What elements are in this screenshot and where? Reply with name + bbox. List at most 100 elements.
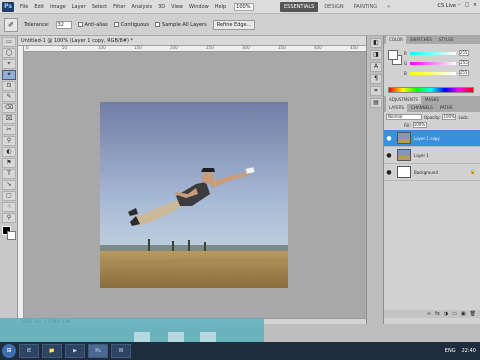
crop-tool-icon[interactable]: ⊡ (2, 81, 16, 91)
green-value[interactable]: 255 (459, 60, 470, 66)
cs-live-label: CS Live (437, 3, 456, 9)
visibility-eye-icon[interactable]: ● (384, 169, 394, 176)
move-tool-icon[interactable]: ▭ (2, 37, 16, 47)
new-layer-icon[interactable]: ▣ (461, 310, 466, 318)
menu-analysis[interactable]: Analysis (132, 4, 153, 10)
opacity-field[interactable]: 100% (442, 114, 457, 120)
new-group-icon[interactable]: ▭ (452, 310, 457, 318)
zoom-tool-icon[interactable]: ⚲ (2, 213, 16, 223)
green-slider[interactable] (410, 61, 457, 65)
tab-styles[interactable]: STYLES (436, 36, 457, 44)
red-label: R (404, 50, 407, 56)
cs-live[interactable]: CS Live (438, 3, 456, 9)
background-color-swatch[interactable] (7, 231, 16, 240)
layer-style-icon[interactable]: fx (435, 310, 440, 318)
blue-value[interactable]: 255 (458, 70, 469, 76)
history-panel-icon[interactable]: ◧ (370, 38, 382, 48)
document-image[interactable] (100, 102, 288, 288)
actions-panel-icon[interactable]: ◨ (370, 50, 382, 60)
gradient-tool-icon[interactable]: ◐ (2, 147, 16, 157)
contiguous-checkbox[interactable]: Contiguous (113, 21, 150, 28)
hand-tool-icon[interactable]: ☝ (2, 202, 16, 212)
layer-row[interactable]: ● Layer 1 (384, 147, 480, 164)
tab-masks[interactable]: MASKS (422, 96, 442, 104)
workspace-more[interactable]: » (383, 2, 394, 12)
menu-view[interactable]: View (171, 4, 183, 10)
dodge-tool-icon[interactable]: ⚑ (2, 158, 16, 168)
foreground-color-chip[interactable] (388, 50, 398, 60)
character-panel-icon[interactable]: A (370, 62, 382, 72)
type-tool-icon[interactable]: T (2, 169, 16, 179)
quick-select-icon[interactable]: ✐ (4, 17, 18, 32)
folder-taskbar-icon[interactable]: 📁 (42, 344, 62, 358)
start-button[interactable]: ⊞ (2, 344, 16, 358)
clone-stamp-tool-icon[interactable]: ✂ (2, 125, 16, 135)
visibility-eye-icon[interactable]: ● (384, 135, 394, 142)
menu-image[interactable]: Image (50, 4, 66, 10)
layer-row[interactable]: ● Layer 1 copy (384, 130, 480, 147)
menu-filter[interactable]: Filter (113, 4, 125, 10)
tab-color[interactable]: COLOR (386, 36, 406, 44)
sample-all-checkbox[interactable]: Sample All Layers (155, 22, 207, 28)
brush-tool-icon[interactable]: ⌧ (2, 114, 16, 124)
adjustment-layer-icon[interactable]: ◑ (444, 310, 448, 318)
tab-layers[interactable]: LAYERS (386, 104, 408, 112)
menu-list: File Edit Image Layer Select Filter Anal… (20, 4, 226, 10)
blend-mode-dropdown[interactable]: Normal (386, 114, 422, 120)
layer-thumbnail (397, 132, 411, 144)
tolerance-field[interactable]: 32 (55, 20, 72, 29)
layers-panel: ADJUSTMENTS MASKS LAYERS CHANNELS PATHS … (384, 96, 480, 324)
color-spectrum[interactable] (388, 87, 474, 93)
menu-help[interactable]: Help (215, 4, 226, 10)
language-indicator[interactable]: ENG (445, 348, 456, 354)
menu-edit[interactable]: Edit (34, 4, 44, 10)
layer-row[interactable]: ● Background 🔒 (384, 164, 480, 181)
link-layers-icon[interactable]: ∞ (427, 310, 431, 318)
workspace-essentials[interactable]: ESSENTIALS (280, 2, 319, 12)
close-icon[interactable]: × (472, 2, 478, 8)
overlay-bar (0, 318, 264, 342)
shape-tool-icon[interactable]: ▢ (2, 191, 16, 201)
browser-taskbar-icon[interactable]: IE (19, 344, 39, 358)
fill-field[interactable]: 100% (412, 122, 427, 128)
workspace-design[interactable]: DESIGN (320, 2, 347, 12)
clock[interactable]: 22:40 (462, 348, 476, 354)
zoom-level[interactable]: 100% (234, 2, 255, 11)
menu-3d[interactable]: 3D (158, 4, 165, 10)
navigator-panel-icon[interactable]: ⌗ (370, 86, 382, 96)
eyedropper-tool-icon[interactable]: ✎ (2, 92, 16, 102)
history-brush-tool-icon[interactable]: ⚲ (2, 136, 16, 146)
tab-channels[interactable]: CHANNELS (408, 104, 436, 112)
trash-icon[interactable]: 🗑 (470, 310, 476, 318)
marquee-tool-icon[interactable]: ◯ (2, 48, 16, 58)
tab-adjustments[interactable]: ADJUSTMENTS (386, 96, 421, 104)
minimize-icon[interactable]: – (456, 2, 462, 8)
menu-select[interactable]: Select (92, 4, 107, 10)
menu-window[interactable]: Window (189, 4, 209, 10)
menu-layer[interactable]: Layer (72, 4, 86, 10)
visibility-eye-icon[interactable]: ● (384, 152, 394, 159)
contiguous-label: Contiguous (120, 21, 150, 28)
info-panel-icon[interactable]: ▤ (370, 98, 382, 108)
levitating-man-photo (100, 102, 288, 288)
path-select-tool-icon[interactable]: ➘ (2, 180, 16, 190)
maximize-icon[interactable]: □ (464, 2, 470, 8)
menu-file[interactable]: File (20, 4, 28, 10)
zoom-control[interactable]: 100% (234, 2, 255, 11)
antialias-checkbox[interactable]: Anti-alias (77, 22, 108, 28)
quick-select-tool-icon[interactable]: ✦ (2, 70, 16, 80)
lasso-tool-icon[interactable]: ⌖ (2, 59, 16, 69)
tab-paths[interactable]: PATHS (437, 104, 456, 112)
blue-slider[interactable] (409, 71, 456, 75)
tab-swatches[interactable]: SWATCHES (407, 36, 435, 44)
healing-tool-icon[interactable]: ⌫ (2, 103, 16, 113)
photoshop-taskbar-icon[interactable]: Ps (88, 344, 108, 358)
media-taskbar-icon[interactable]: ▶ (65, 344, 85, 358)
red-slider[interactable] (409, 51, 456, 55)
workspace-painting[interactable]: PAINTING (350, 2, 381, 12)
red-value[interactable]: 255 (458, 50, 469, 56)
color-swatches[interactable] (2, 226, 16, 240)
paragraph-panel-icon[interactable]: ¶ (370, 74, 382, 84)
refine-edge-button[interactable]: Refine Edge... (212, 19, 256, 30)
word-taskbar-icon[interactable]: W (111, 344, 131, 358)
